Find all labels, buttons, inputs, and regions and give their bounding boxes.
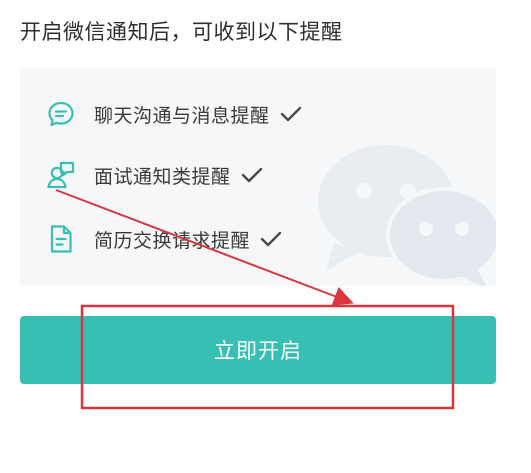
- feature-item-interview: 面试通知类提醒: [46, 158, 263, 192]
- feature-item-chat: 聊天沟通与消息提醒: [46, 97, 302, 131]
- feature-label: 面试通知类提醒: [94, 165, 231, 188]
- checkmark-icon: [260, 230, 282, 248]
- wechat-watermark-icon: [318, 145, 496, 286]
- interview-person-icon: [46, 160, 76, 190]
- feature-label: 简历交换请求提醒: [94, 229, 251, 252]
- document-icon: [46, 224, 76, 254]
- chat-bubble-icon: [46, 99, 76, 129]
- feature-item-resume: 简历交换请求提醒: [46, 222, 282, 256]
- feature-label: 聊天沟通与消息提醒: [94, 104, 270, 127]
- page-title: 开启微信通知后，可收到以下提醒: [20, 20, 343, 44]
- notification-features-panel: 聊天沟通与消息提醒 面试通知类提醒 简历交换请求提醒: [20, 68, 496, 286]
- checkmark-icon: [280, 105, 302, 123]
- checkmark-icon: [241, 166, 263, 184]
- enable-now-button[interactable]: 立即开启: [20, 316, 496, 384]
